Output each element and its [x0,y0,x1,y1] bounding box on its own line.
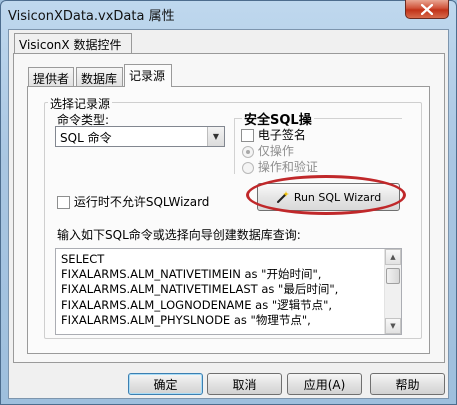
tab-database-label: 数据库 [81,72,118,86]
digital-signature-option[interactable]: 电子签名 [241,126,306,143]
sql-line: SELECT [61,252,105,266]
close-button[interactable] [405,0,449,19]
perform-only-option[interactable]: 仅操作 [242,142,294,159]
tab-provider[interactable]: 提供者 [28,67,74,86]
window-title: VisiconXData.vxData 属性 [8,9,175,24]
ok-button[interactable]: 确定 [128,373,203,395]
tab-label: VisiconX 数据控件 [19,38,122,52]
tab-record-source[interactable]: 记录源 [124,64,172,87]
perform-verify-radio[interactable] [242,161,254,174]
sql-scrollbar[interactable]: ▲ ▼ [384,249,401,334]
run-sql-wizard-label: Run SQL Wizard [293,190,382,204]
tab-database[interactable]: 数据库 [76,67,123,86]
ok-label: 确定 [153,377,178,392]
magic-wand-icon [276,191,289,203]
digital-signature-checkbox[interactable] [241,129,254,142]
scroll-down-icon[interactable]: ▼ [385,318,401,334]
tab-provider-label: 提供者 [33,72,70,86]
sql-line: FIXALARMS.ALM_LOGNODENAME as "逻辑节点", [61,297,333,312]
digital-signature-label: 电子签名 [257,128,306,142]
sql-query-text: SELECT FIXALARMS.ALM_NATIVETIMEIN as "开始… [61,252,338,328]
perform-verify-option[interactable]: 操作和验证 [242,158,318,175]
scroll-up-icon[interactable]: ▲ [385,249,401,265]
close-icon [421,3,433,15]
disallow-runtime-wizard-checkbox[interactable] [57,196,70,209]
disallow-runtime-wizard-label: 运行时不允许SQLWizard [73,195,210,209]
cancel-button[interactable]: 取消 [207,373,282,395]
tab-visiconx-data-control[interactable]: VisiconX 数据控件 [14,33,132,53]
scroll-thumb[interactable] [386,268,400,284]
sql-line: FIXALARMS.ALM_PHYSLNODE as "物理节点", [61,312,311,327]
command-type-value: SQL 命令 [60,131,112,145]
perform-only-radio[interactable] [242,145,254,158]
perform-verify-label: 操作和验证 [257,160,318,174]
cancel-label: 取消 [232,377,257,392]
help-label: 帮助 [395,377,420,392]
chevron-down-icon[interactable]: ▼ [207,127,224,146]
apply-label: 应用(A) [303,377,346,392]
sql-line: FIXALARMS.ALM_NATIVETIMELAST as "最后时间", [61,282,339,297]
sql-query-textarea[interactable]: SELECT FIXALARMS.ALM_NATIVETIMEIN as "开始… [55,248,402,335]
perform-only-label: 仅操作 [257,144,294,158]
apply-button[interactable]: 应用(A) [287,373,362,395]
run-sql-wizard-button[interactable]: Run SQL Wizard [257,183,400,211]
disallow-runtime-wizard-option[interactable]: 运行时不允许SQLWizard [57,193,209,210]
tab-record-source-label: 记录源 [129,69,166,83]
group-title: 选择记录源 [48,95,113,112]
command-type-select[interactable]: SQL 命令 ▼ [55,126,225,147]
sql-line: FIXALARMS.ALM_NATIVETIMEIN as "开始时间", [61,267,322,282]
help-button[interactable]: 帮助 [370,373,445,395]
query-prompt: 输入如下SQL命令或选择向导创建数据库查询: [57,228,301,242]
